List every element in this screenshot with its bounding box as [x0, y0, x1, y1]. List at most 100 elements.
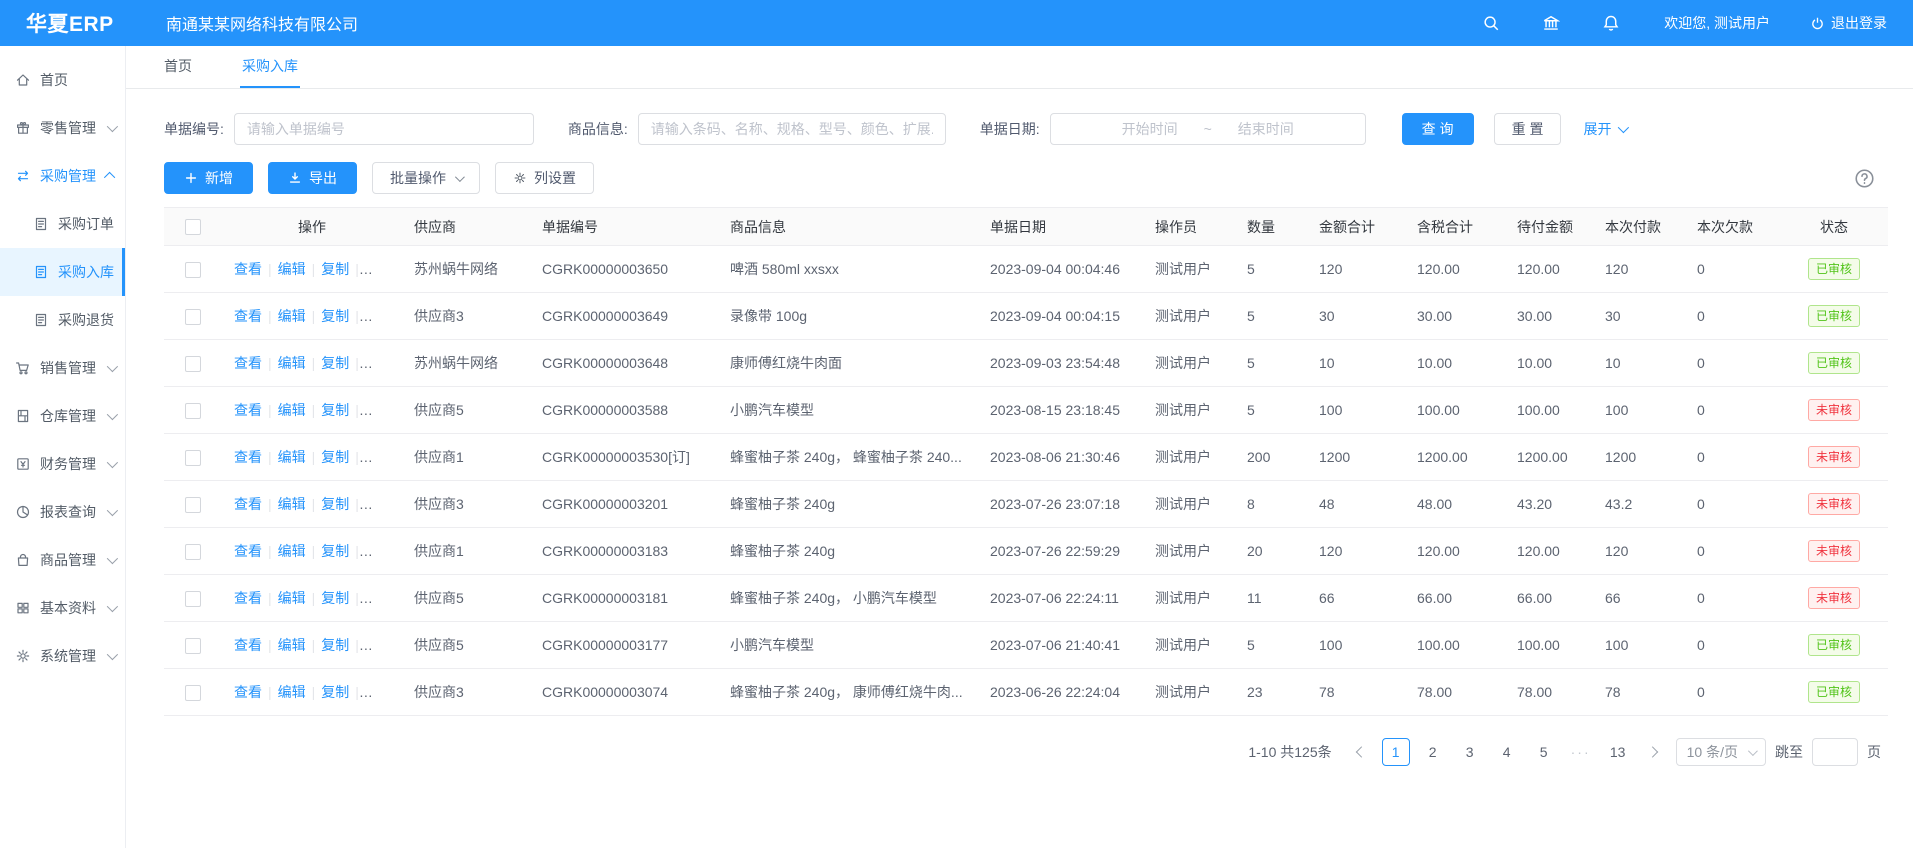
cell-bill-no: CGRK00000003177	[530, 622, 718, 669]
date-end-placeholder: 结束时间	[1238, 119, 1294, 139]
action-edit-link[interactable]: 编辑	[278, 496, 306, 512]
action-copy-link[interactable]: 复制	[321, 590, 349, 606]
row-actions: 查看|编辑|复制|删除	[222, 575, 402, 622]
action-copy-link[interactable]: 复制	[321, 308, 349, 324]
cell-supplier: 供应商3	[402, 293, 530, 340]
reset-button[interactable]: 重 置	[1494, 113, 1562, 145]
row-checkbox[interactable]	[185, 685, 201, 701]
action-view-link[interactable]: 查看	[234, 261, 262, 277]
action-edit-link[interactable]: 编辑	[278, 637, 306, 653]
action-view-link[interactable]: 查看	[234, 355, 262, 371]
page-number[interactable]: 13	[1604, 738, 1632, 766]
help-icon[interactable]	[1854, 168, 1875, 189]
sidebar-item-purchase[interactable]: 采购管理	[0, 152, 125, 200]
sidebar-item-finance[interactable]: 财务管理	[0, 440, 125, 488]
action-view-link[interactable]: 查看	[234, 449, 262, 465]
tenant-icon[interactable]	[1542, 14, 1560, 32]
action-copy-link[interactable]: 复制	[321, 402, 349, 418]
sidebar-item-purchase-inbound[interactable]: 采购入库	[0, 248, 125, 296]
page-number[interactable]: 5	[1530, 738, 1558, 766]
action-view-link[interactable]: 查看	[234, 637, 262, 653]
date-start-placeholder: 开始时间	[1122, 119, 1178, 139]
action-edit-link[interactable]: 编辑	[278, 355, 306, 371]
row-checkbox[interactable]	[185, 262, 201, 278]
row-actions: 查看|编辑|复制|删除	[222, 481, 402, 528]
col-header-supplier: 供应商	[402, 208, 530, 246]
action-copy-link[interactable]: 复制	[321, 637, 349, 653]
status-badge: 未审核	[1808, 446, 1860, 468]
page-number[interactable]: 2	[1419, 738, 1447, 766]
jump-to-page-input[interactable]	[1812, 738, 1858, 766]
row-checkbox[interactable]	[185, 309, 201, 325]
action-edit-link[interactable]: 编辑	[278, 449, 306, 465]
page-number[interactable]: 3	[1456, 738, 1484, 766]
action-edit-link[interactable]: 编辑	[278, 590, 306, 606]
column-settings-button[interactable]: 列设置	[495, 162, 594, 194]
action-edit-link[interactable]: 编辑	[278, 261, 306, 277]
search-icon[interactable]	[1482, 14, 1500, 32]
cell-paid: 10	[1593, 340, 1685, 387]
sidebar-item-sales[interactable]: 销售管理	[0, 344, 125, 392]
action-copy-link[interactable]: 复制	[321, 543, 349, 559]
cell-qty: 5	[1235, 387, 1307, 434]
col-header-tax-total: 含税合计	[1405, 208, 1505, 246]
sidebar-item-goods[interactable]: 商品管理	[0, 536, 125, 584]
sidebar-item-retail[interactable]: 零售管理	[0, 104, 125, 152]
tab-1[interactable]: 首页	[162, 46, 194, 88]
bill-no-input[interactable]	[234, 113, 534, 145]
select-all-checkbox[interactable]	[185, 219, 201, 235]
action-copy-link[interactable]: 复制	[321, 684, 349, 700]
action-edit-link[interactable]: 编辑	[278, 308, 306, 324]
search-button[interactable]: 查 询	[1402, 113, 1474, 145]
action-copy-link[interactable]: 复制	[321, 496, 349, 512]
date-range-picker[interactable]: 开始时间 ~ 结束时间	[1050, 113, 1366, 145]
action-separator: |	[268, 261, 272, 277]
add-button[interactable]: 新增	[164, 162, 253, 194]
sidebar-item-home[interactable]: 首页	[0, 56, 125, 104]
goods-icon	[15, 552, 31, 568]
sidebar-item-purchase-return[interactable]: 采购退货	[0, 296, 125, 344]
cell-paid: 78	[1593, 669, 1685, 716]
action-copy-link[interactable]: 复制	[321, 261, 349, 277]
page-number[interactable]: 4	[1493, 738, 1521, 766]
row-checkbox[interactable]	[185, 638, 201, 654]
logout-button[interactable]: 退出登录	[1810, 13, 1887, 33]
row-checkbox[interactable]	[185, 450, 201, 466]
sidebar-item-report[interactable]: 报表查询	[0, 488, 125, 536]
goods-info-input[interactable]	[638, 113, 946, 145]
action-copy-link[interactable]: 复制	[321, 449, 349, 465]
row-checkbox[interactable]	[185, 356, 201, 372]
table-toolbar: 新增 导出 批量操作 列设置	[126, 145, 1913, 207]
next-page-button[interactable]	[1641, 739, 1667, 765]
row-checkbox[interactable]	[185, 544, 201, 560]
sidebar-item-purchase-order[interactable]: 采购订单	[0, 200, 125, 248]
action-view-link[interactable]: 查看	[234, 684, 262, 700]
action-view-link[interactable]: 查看	[234, 496, 262, 512]
row-checkbox[interactable]	[185, 497, 201, 513]
action-separator: |	[312, 496, 316, 512]
action-edit-link[interactable]: 编辑	[278, 684, 306, 700]
action-view-link[interactable]: 查看	[234, 402, 262, 418]
row-checkbox[interactable]	[185, 403, 201, 419]
sidebar-item-system[interactable]: 系统管理	[0, 632, 125, 680]
page-ellipsis[interactable]: ···	[1567, 738, 1595, 766]
action-view-link[interactable]: 查看	[234, 590, 262, 606]
action-view-link[interactable]: 查看	[234, 543, 262, 559]
sidebar-item-basic[interactable]: 基本资料	[0, 584, 125, 632]
batch-operations-button[interactable]: 批量操作	[372, 162, 480, 194]
action-edit-link[interactable]: 编辑	[278, 402, 306, 418]
action-edit-link[interactable]: 编辑	[278, 543, 306, 559]
action-copy-link[interactable]: 复制	[321, 355, 349, 371]
action-view-link[interactable]: 查看	[234, 308, 262, 324]
page-number-active[interactable]: 1	[1382, 738, 1410, 766]
row-checkbox[interactable]	[185, 591, 201, 607]
export-button[interactable]: 导出	[268, 162, 357, 194]
page-size-select[interactable]: 10 条/页	[1676, 738, 1766, 766]
notification-bell-icon[interactable]	[1602, 14, 1620, 32]
expand-filters-link[interactable]: 展开	[1583, 119, 1626, 139]
sidebar-item-warehouse[interactable]: 仓库管理	[0, 392, 125, 440]
tab-2[interactable]: 采购入库	[240, 46, 300, 88]
cell-date: 2023-08-06 21:30:46	[978, 434, 1143, 481]
prev-page-button[interactable]	[1347, 739, 1373, 765]
action-separator: |	[312, 637, 316, 653]
